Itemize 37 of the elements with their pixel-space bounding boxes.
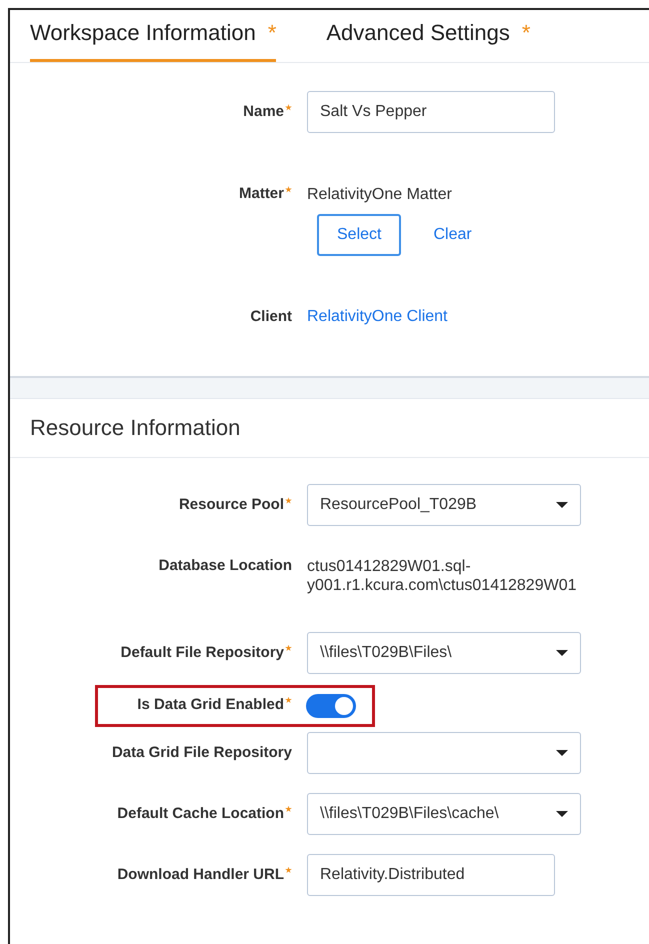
required-icon [285, 696, 292, 704]
field-value: ctus01412829W01.sql-y001.r1.kcura.com\ctus01412829W01 [307, 557, 578, 596]
field-label: Client [250, 308, 292, 326]
text-field[interactable]: Relativity.Distributed [307, 854, 555, 896]
section-title: Resource Information [10, 399, 649, 458]
required-icon [285, 497, 292, 504]
caret-icon [556, 750, 568, 756]
required-icon [285, 806, 292, 813]
tab[interactable]: Workspace Information * [30, 10, 276, 62]
required-mark: * [268, 20, 276, 45]
field-label: Download Handler URL [117, 866, 284, 883]
dropdown[interactable]: ResourcePool_T029B [307, 484, 581, 526]
client-link[interactable]: RelativityOne Client [307, 296, 448, 326]
field-label: Default File Repository [120, 644, 284, 661]
caret-icon [556, 502, 568, 508]
clear-link[interactable]: Clear [421, 226, 484, 244]
required-icon [285, 186, 292, 193]
caret-icon [556, 650, 568, 656]
required-icon [285, 104, 292, 111]
required-icon [285, 866, 292, 874]
required-icon [285, 644, 292, 652]
dropdown[interactable]: \\files\T029B\Files\ [307, 632, 581, 674]
caret-icon [556, 810, 568, 817]
dropdown[interactable]: \\files\T029B\Files\cache\ [307, 792, 581, 835]
required-mark: * [522, 20, 530, 45]
toggle-switch[interactable] [306, 694, 356, 718]
field-value: RelativityOne Matter [307, 185, 453, 204]
field-label: Default Cache Location [117, 804, 284, 822]
field-label: Name [243, 103, 284, 120]
field-label: Resource Pool [178, 496, 284, 514]
text-field[interactable]: Salt Vs Pepper [307, 91, 555, 133]
field-label: Database Location [158, 557, 292, 574]
field-label: Is Data Grid Enabled [137, 696, 284, 713]
field-label: Data Grid File Repository [112, 744, 292, 761]
select-button[interactable]: Select [317, 214, 402, 256]
field-label: Matter [238, 185, 284, 202]
tab[interactable]: Advanced Settings * [326, 10, 530, 62]
